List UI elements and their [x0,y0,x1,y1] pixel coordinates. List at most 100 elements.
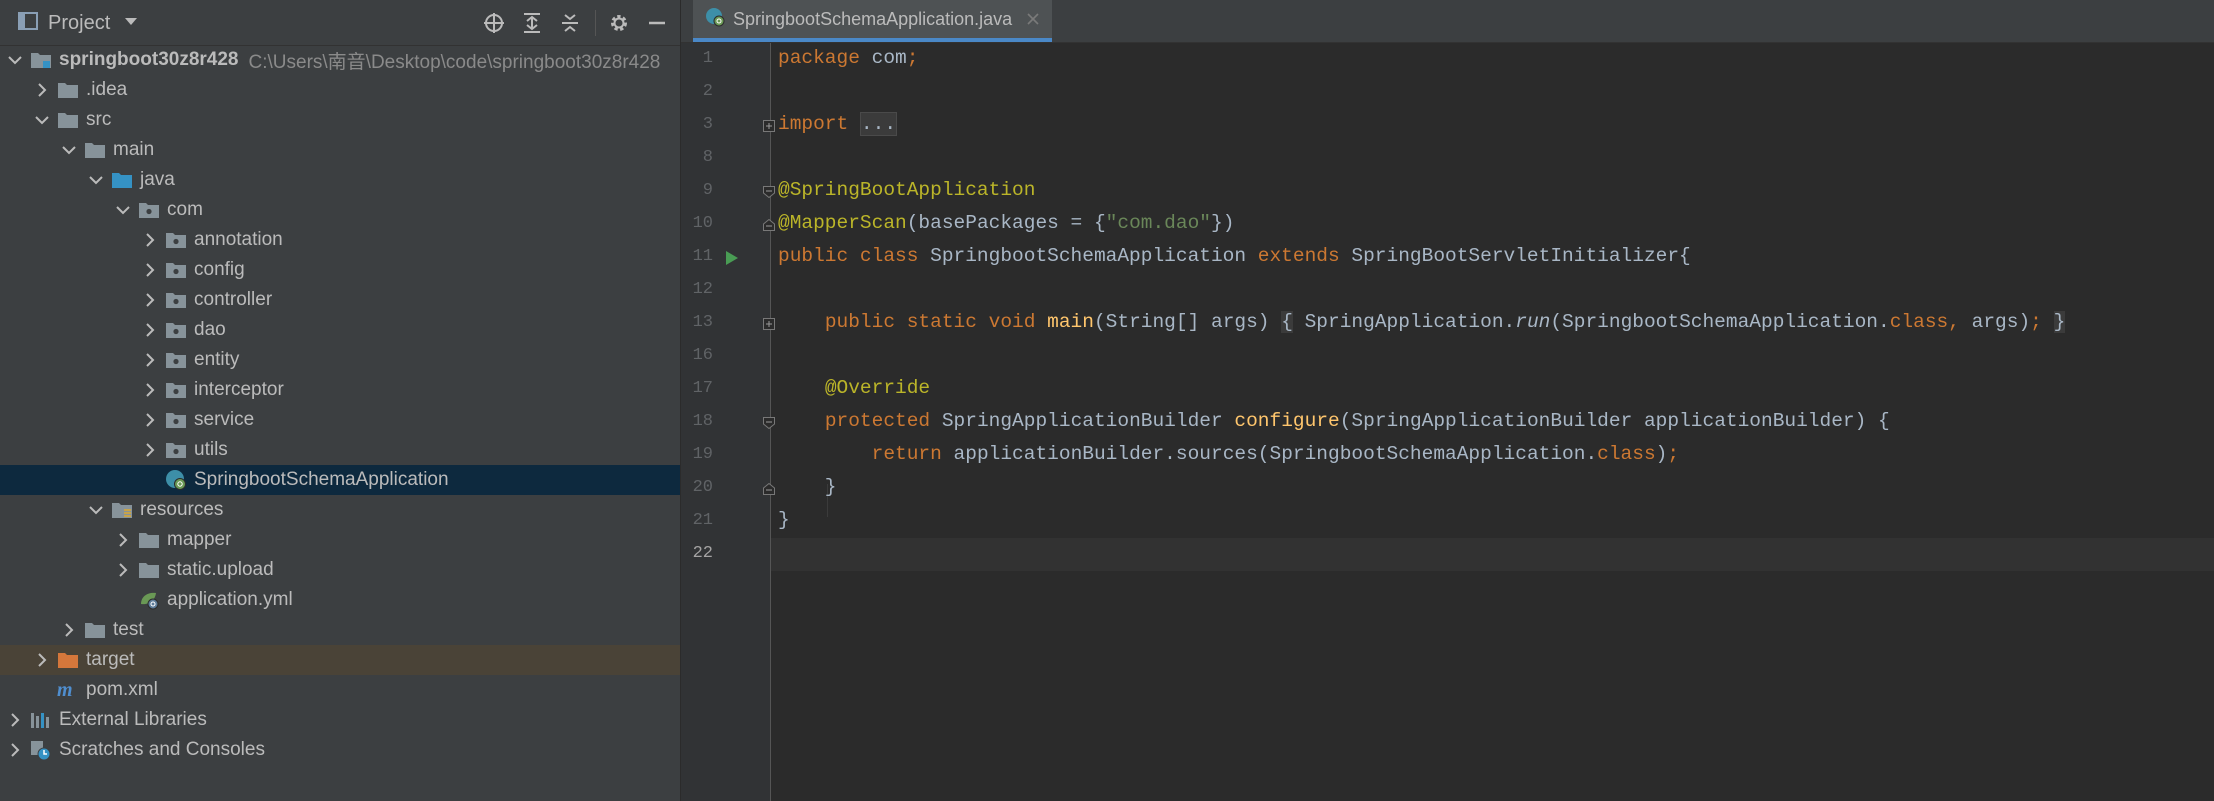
code-line[interactable]: 17 @Override [681,373,2214,406]
tree-item-annotation[interactable]: annotation [0,225,680,255]
chevron-right-icon[interactable] [139,225,161,255]
chevron-down-icon[interactable] [85,165,107,195]
fold-expand-icon[interactable] [763,317,775,330]
fold-start-icon[interactable] [763,416,775,430]
code-token: class [1597,443,1656,465]
tree-item-label: .idea [86,79,128,100]
code-editor[interactable]: 1 package com; 2 3 import ... 8 9 @SpringBootAp… [681,43,2214,801]
fold-expand-icon[interactable] [763,119,775,132]
code-line[interactable]: 2 [681,76,2214,109]
tree-item-application-yml[interactable]: application.yml [0,585,680,615]
locate-icon[interactable] [479,9,509,37]
line-number: 18 [692,412,713,431]
tree-item-main[interactable]: main [0,135,680,165]
chevron-right-icon[interactable] [31,645,53,675]
code-line[interactable]: 18 protected SpringApplicationBuilder co… [681,406,2214,439]
code-token: class, [1889,311,1972,333]
chevron-right-icon[interactable] [31,75,53,105]
chevron-right-icon[interactable] [4,735,26,765]
excluded-folder-icon [56,649,80,671]
code-token: return [871,443,954,465]
code-line[interactable]: 21} [681,505,2214,538]
tree-item-static-upload[interactable]: static.upload [0,555,680,585]
expand-all-icon[interactable] [517,9,547,37]
tree-item-service[interactable]: service [0,405,680,435]
chevron-down-icon[interactable] [124,14,138,32]
chevron-right-icon[interactable] [4,705,26,735]
tree-item-interceptor[interactable]: interceptor [0,375,680,405]
chevron-right-icon[interactable] [112,555,134,585]
code-line[interactable]: 20 } [681,472,2214,505]
tree-item-mapper[interactable]: mapper [0,525,680,555]
tree-item-path: C:\Users\南音\Desktop\code\springboot30z8r… [248,51,661,73]
line-number: 17 [692,379,713,398]
chevron-right-icon[interactable] [139,345,161,375]
chevron-down-icon[interactable] [31,105,53,135]
line-number: 11 [692,247,713,266]
chevron-down-icon[interactable] [58,135,80,165]
code-line[interactable]: 9 @SpringBootApplication [681,175,2214,208]
tree-item-resources[interactable]: resources [0,495,680,525]
chevron-right-icon[interactable] [139,315,161,345]
tree-item-controller[interactable]: controller [0,285,680,315]
tree-item-java[interactable]: java [0,165,680,195]
tree-item-label: SpringbootSchemaApplication [194,469,449,490]
fold-end-icon[interactable] [763,218,775,231]
tree-item-dao[interactable]: dao [0,315,680,345]
fold-end-icon[interactable] [763,482,775,495]
source-folder-icon [110,169,134,191]
chevron-right-icon[interactable] [139,435,161,465]
tree-item-scratches-and-consoles[interactable]: Scratches and Consoles [0,735,680,765]
code-line[interactable]: 16 [681,340,2214,373]
chevron-right-icon[interactable] [139,285,161,315]
tree-item-utils[interactable]: utils [0,435,680,465]
code-token: ... [859,112,898,136]
code-token: ; [2030,311,2042,333]
code-line[interactable]: 10 @MapperScan(basePackages = {"com.dao"}… [681,208,2214,241]
tree-item-pom-xml[interactable]: m pom.xml [0,675,680,705]
chevron-right-icon[interactable] [58,615,80,645]
code-token: } [2053,311,2066,333]
chevron-right-icon[interactable] [139,405,161,435]
chevron-right-icon[interactable] [139,375,161,405]
chevron-down-icon[interactable] [85,495,107,525]
hide-icon[interactable] [642,9,672,37]
tree-item-entity[interactable]: entity [0,345,680,375]
code-text: @SpringBootApplication [778,179,1035,201]
project-view-selector[interactable]: Project [18,10,138,36]
code-line[interactable]: 11 public class SpringbootSchemaApplicati… [681,241,2214,274]
chevron-down-icon[interactable] [4,45,26,75]
code-line[interactable]: 12 [681,274,2214,307]
tree-item-target[interactable]: target [0,645,680,675]
tree-item-com[interactable]: com [0,195,680,225]
gear-icon[interactable] [604,9,634,37]
fold-start-icon[interactable] [763,185,775,199]
code-line[interactable]: 3 import ... [681,109,2214,142]
tree-item-config[interactable]: config [0,255,680,285]
tree-item-src[interactable]: src [0,105,680,135]
code-line[interactable]: 19 return applicationBuilder.sources(Spr… [681,439,2214,472]
package-icon [137,199,161,221]
code-line[interactable]: 22 [681,538,2214,571]
code-text: @Override [778,377,930,399]
ide-window: Project springboot30z8r428 C:\Users\南音\D… [0,0,2214,801]
tree-item-external-libraries[interactable]: External Libraries [0,705,680,735]
chevron-right-icon[interactable] [139,255,161,285]
code-token: main [1047,311,1094,333]
run-icon[interactable] [725,250,739,266]
tree-item-test[interactable]: test [0,615,680,645]
code-line[interactable]: 1 package com; [681,43,2214,76]
editor-tab-springboot-schema-application[interactable]: SpringbootSchemaApplication.java [693,0,1053,42]
chevron-down-icon[interactable] [112,195,134,225]
tree-item-idea[interactable]: .idea [0,75,680,105]
code-token: SpringApplication. [1292,311,1516,333]
code-token: SpringBootServletInitializer{ [1351,245,1691,267]
tree-item-springbootschemaapplication[interactable]: SpringbootSchemaApplication [0,465,680,495]
collapse-all-icon[interactable] [555,9,585,37]
tree-item-springboot30z8r428[interactable]: springboot30z8r428 C:\Users\南音\Desktop\co… [0,45,680,75]
close-icon[interactable] [1026,12,1040,26]
code-line[interactable]: 8 [681,142,2214,175]
code-line[interactable]: 13 public static void main(String[] args… [681,307,2214,340]
chevron-right-icon[interactable] [112,525,134,555]
